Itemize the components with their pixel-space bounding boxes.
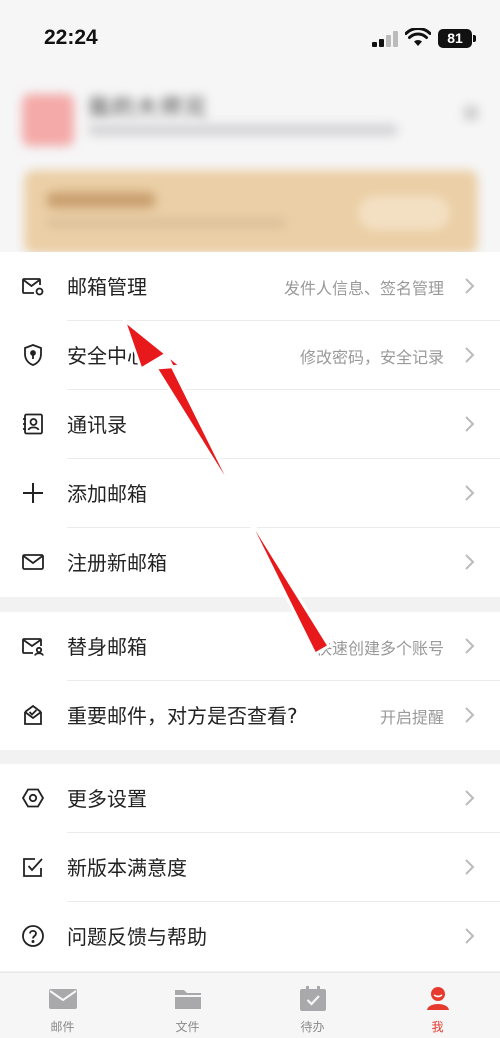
menu-item-hint: 修改密码，安全记录 — [299, 348, 444, 367]
menu-item-hint: 快速创建多个账号 — [315, 639, 444, 658]
menu-item-label: 新版本满意度 — [67, 856, 187, 880]
menu-section-settings: 更多设置 新版本满意度 问题反馈与帮助 — [0, 764, 500, 971]
menu-item-contacts[interactable]: 通讯录 — [0, 390, 500, 459]
contacts-icon — [23, 413, 43, 435]
tab-label: 待办 — [300, 1020, 325, 1034]
help-icon — [22, 925, 44, 947]
menu-item-alias-mailbox[interactable]: 替身邮箱 快速创建多个账号 — [0, 612, 500, 681]
menu-item-hint: 发件人信息、签名管理 — [283, 279, 444, 298]
wifi-icon — [405, 28, 431, 46]
vip-description — [46, 218, 286, 228]
menu-item-add-mailbox[interactable]: 添加邮箱 — [0, 459, 500, 528]
status-bar: 22:24 81 — [0, 0, 500, 80]
menu-item-read-receipt[interactable]: 重要邮件，对方是否查看? 开启提醒 — [0, 681, 500, 750]
profile-chevron-icon[interactable] — [464, 106, 478, 120]
chevron-right-icon — [465, 707, 475, 723]
gear-icon — [21, 788, 45, 808]
chevron-right-icon — [465, 638, 475, 654]
menu-item-label: 重要邮件，对方是否查看? — [67, 704, 298, 728]
tab-mail[interactable]: 邮件 — [0, 973, 125, 1038]
calendar-tab-icon — [300, 986, 326, 1011]
chevron-right-icon — [465, 416, 475, 432]
menu-item-label: 问题反馈与帮助 — [67, 925, 207, 949]
menu-item-satisfaction[interactable]: 新版本满意度 — [0, 833, 500, 902]
menu-item-label: 邮箱管理 — [67, 275, 147, 299]
cellular-signal-icon — [372, 31, 398, 47]
menu-item-label: 更多设置 — [67, 787, 147, 811]
battery-indicator: 81 — [438, 29, 476, 48]
chevron-right-icon — [465, 278, 475, 294]
chevron-right-icon — [465, 859, 475, 875]
menu-item-label: 安全中心 — [67, 344, 147, 368]
checkbox-icon — [23, 858, 43, 877]
menu-item-label: 通讯录 — [67, 413, 127, 437]
mail-settings-icon — [22, 278, 44, 296]
profile-email — [88, 124, 398, 136]
alias-mail-icon — [22, 638, 44, 656]
menu-item-more-settings[interactable]: 更多设置 — [0, 764, 500, 833]
mail-tab-icon — [49, 989, 77, 1009]
profile-header[interactable]: 我的大师兄 — [0, 80, 500, 260]
menu-item-label: 注册新邮箱 — [67, 551, 167, 575]
vip-open-button[interactable] — [358, 196, 450, 230]
read-receipt-icon — [24, 704, 42, 725]
avatar[interactable] — [22, 94, 74, 146]
menu-section-account: 邮箱管理 发件人信息、签名管理 安全中心 修改密码，安全记录 通讯录 添加邮箱 — [0, 252, 500, 597]
chevron-right-icon — [465, 790, 475, 806]
menu-item-label: 添加邮箱 — [67, 482, 147, 506]
mail-icon — [22, 554, 44, 570]
tab-todo[interactable]: 待办 — [250, 973, 375, 1038]
tab-me[interactable]: 我 — [375, 973, 500, 1038]
chevron-right-icon — [465, 554, 475, 570]
folder-tab-icon — [175, 990, 201, 1009]
menu-item-label: 替身邮箱 — [67, 635, 147, 659]
shield-icon — [24, 344, 42, 366]
menu-item-feedback-help[interactable]: 问题反馈与帮助 — [0, 902, 500, 971]
bottom-tab-bar: 邮件 文件 待办 我 — [0, 972, 500, 1038]
menu-item-hint: 开启提醒 — [379, 708, 444, 727]
vip-banner[interactable] — [24, 170, 478, 254]
chevron-right-icon — [465, 928, 475, 944]
profile-name: 我的大师兄 — [88, 96, 209, 121]
me-tab-icon — [427, 987, 449, 1010]
plus-icon — [23, 483, 43, 503]
tab-files[interactable]: 文件 — [125, 973, 250, 1038]
tab-label: 我 — [431, 1020, 444, 1034]
vip-badge — [46, 192, 156, 208]
chevron-right-icon — [465, 347, 475, 363]
menu-item-security-center[interactable]: 安全中心 修改密码，安全记录 — [0, 321, 500, 390]
menu-item-register-mailbox[interactable]: 注册新邮箱 — [0, 528, 500, 597]
chevron-right-icon — [465, 485, 475, 501]
status-time: 22:24 — [44, 26, 98, 49]
menu-section-features: 替身邮箱 快速创建多个账号 重要邮件，对方是否查看? 开启提醒 — [0, 612, 500, 750]
tab-label: 文件 — [175, 1020, 200, 1034]
tab-label: 邮件 — [50, 1020, 75, 1034]
menu-item-mailbox-management[interactable]: 邮箱管理 发件人信息、签名管理 — [0, 252, 500, 321]
